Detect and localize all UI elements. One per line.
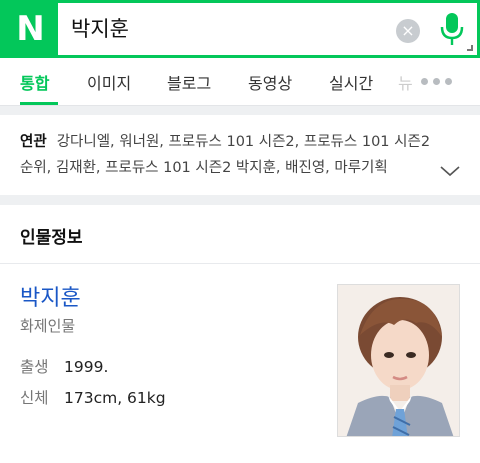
- more-tabs-icon[interactable]: [421, 78, 452, 85]
- body-label: 신체: [20, 389, 49, 407]
- naver-logo[interactable]: N: [3, 3, 58, 55]
- tab-blog[interactable]: 블로그: [167, 70, 211, 94]
- active-tab-indicator: [20, 102, 58, 105]
- birth-value: 1999.: [64, 358, 109, 376]
- birth-row: 출생 1999.: [20, 355, 108, 377]
- related-heading: 연관: [20, 134, 47, 150]
- profile-photo[interactable]: [337, 284, 460, 437]
- tab-images[interactable]: 이미지: [87, 70, 131, 94]
- divider: [0, 263, 480, 264]
- tab-realtime[interactable]: 실시간: [329, 70, 373, 94]
- tab-bar: 통합 이미지 블로그 동영상 실시간 뉴: [0, 58, 480, 106]
- section-title: 인물정보: [20, 228, 83, 248]
- related-terms[interactable]: 강다니엘, 워너원, 프로듀스 101 시즌2, 프로듀스 101 시즌2 순위…: [20, 134, 430, 176]
- tab-video[interactable]: 동영상: [248, 70, 292, 94]
- related-searches-text: 연관 강다니엘, 워너원, 프로듀스 101 시즌2, 프로듀스 101 시즌2 …: [20, 129, 440, 181]
- body-value: 173cm, 61kg: [64, 389, 166, 407]
- resize-corner-icon: [467, 45, 473, 51]
- tab-news[interactable]: 뉴: [398, 70, 416, 94]
- birth-label: 출생: [20, 358, 49, 376]
- body-row: 신체 173cm, 61kg: [20, 386, 166, 408]
- tab-integrated[interactable]: 통합: [20, 70, 49, 94]
- search-input[interactable]: 박지훈: [71, 11, 129, 47]
- person-category: 화제인물: [20, 317, 76, 335]
- person-name-link[interactable]: 박지훈: [20, 280, 81, 312]
- related-searches: 연관 강다니엘, 워너원, 프로듀스 101 시즌2, 프로듀스 101 시즌2 …: [0, 115, 480, 195]
- microphone-icon[interactable]: [439, 11, 465, 47]
- clear-search-button[interactable]: ×: [396, 19, 420, 43]
- profile-card: 인물정보 박지훈 화제인물 출생 1999. 신체 173cm, 61kg: [0, 205, 480, 463]
- chevron-down-icon[interactable]: [440, 161, 460, 181]
- search-bar: N 박지훈 ×: [0, 0, 480, 58]
